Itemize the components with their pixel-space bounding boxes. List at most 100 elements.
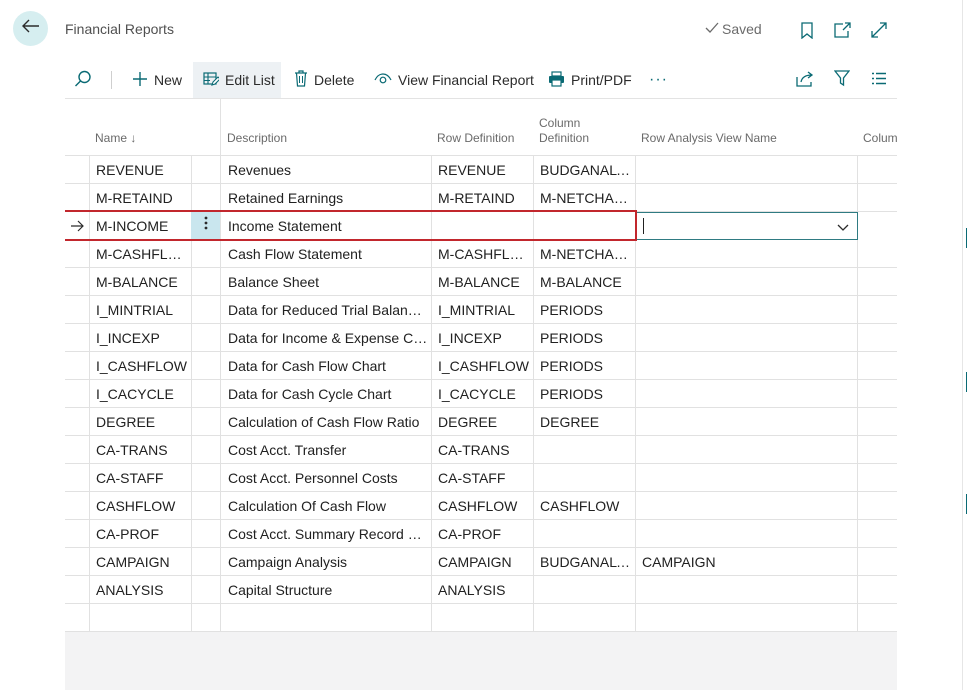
- table-row[interactable]: ANALYSIS Capital Structure ANALYSIS: [65, 575, 897, 604]
- column-header-row-definition[interactable]: Row Definition: [437, 131, 514, 146]
- cell-row-definition[interactable]: ANALYSIS: [438, 576, 532, 604]
- cell-name[interactable]: I_INCEXP: [96, 324, 189, 352]
- cell-row-definition[interactable]: I_CASHFLOW: [438, 352, 532, 380]
- cell-row-definition[interactable]: CA-TRANS: [438, 436, 532, 464]
- table-row[interactable]: I_CACYCLE Data for Cash Cycle Chart I_CACY…: [65, 379, 897, 408]
- cell-row-definition[interactable]: [438, 604, 532, 632]
- cell-name[interactable]: DEGREE: [96, 408, 189, 436]
- cell-description[interactable]: Income Statement: [228, 212, 428, 240]
- cell-name[interactable]: REVENUE: [96, 156, 189, 184]
- table-row[interactable]: I_INCEXP Data for Income & Expense Ch... I…: [65, 323, 897, 352]
- cell-row-definition[interactable]: REVENUE: [438, 156, 532, 184]
- column-header-name[interactable]: Name ↓: [95, 131, 136, 146]
- table-row[interactable]: I_MINTRIAL Data for Reduced Trial Balance…: [65, 295, 897, 324]
- table-row[interactable]: [65, 603, 897, 632]
- cell-column-definition[interactable]: [540, 520, 634, 548]
- cell-row-analysis-view-name[interactable]: CAMPAIGN: [642, 548, 854, 576]
- table-row[interactable]: CA-TRANS Cost Acct. Transfer CA-TRANS: [65, 435, 897, 464]
- cell-row-analysis-view-name[interactable]: [642, 352, 854, 380]
- cell-description[interactable]: Capital Structure: [228, 576, 428, 604]
- table-row[interactable]: DEGREE Calculation of Cash Flow Ratio DEGR…: [65, 407, 897, 436]
- cell-description[interactable]: Calculation of Cash Flow Ratio: [228, 408, 428, 436]
- cell-row-analysis-view-name[interactable]: [642, 464, 854, 492]
- cell-row-analysis-view-name[interactable]: [642, 408, 854, 436]
- cell-name[interactable]: [96, 604, 189, 632]
- cell-description[interactable]: Cost Acct. Transfer: [228, 436, 428, 464]
- cell-column-definition[interactable]: [540, 212, 634, 240]
- expand-icon[interactable]: [869, 20, 889, 40]
- cell-name[interactable]: CA-PROF: [96, 520, 189, 548]
- bookmark-icon[interactable]: [797, 20, 817, 40]
- cell-row-definition[interactable]: CA-STAFF: [438, 464, 532, 492]
- table-row[interactable]: I_CASHFLOW Data for Cash Flow Chart I_CASH…: [65, 351, 897, 380]
- cell-column-definition[interactable]: [540, 436, 634, 464]
- cell-row-definition[interactable]: CASHFLOW: [438, 492, 532, 520]
- cell-row-analysis-view-name[interactable]: [642, 436, 854, 464]
- cell-name[interactable]: I_CASHFLOW: [96, 352, 189, 380]
- delete-button[interactable]: Delete: [294, 62, 354, 98]
- cell-description[interactable]: Data for Cash Cycle Chart: [228, 380, 428, 408]
- cell-row-analysis-view-name[interactable]: [642, 604, 854, 632]
- cell-description[interactable]: Cash Flow Statement: [228, 240, 428, 268]
- cell-column-definition[interactable]: M-NETCHANG: [540, 184, 634, 212]
- cell-column-definition[interactable]: PERIODS: [540, 324, 634, 352]
- cell-description[interactable]: Cost Acct. Personnel Costs: [228, 464, 428, 492]
- cell-name[interactable]: M-INCOME: [96, 212, 189, 240]
- view-financial-report-button[interactable]: View Financial Report: [374, 62, 534, 98]
- cell-row-analysis-view-name[interactable]: [642, 184, 854, 212]
- cell-row-definition[interactable]: I_CACYCLE: [438, 380, 532, 408]
- cell-row-analysis-view-name[interactable]: [642, 156, 854, 184]
- cell-name[interactable]: M-BALANCE: [96, 268, 189, 296]
- cell-description[interactable]: Calculation Of Cash Flow: [228, 492, 428, 520]
- cell-description[interactable]: Balance Sheet: [228, 268, 428, 296]
- new-button[interactable]: New: [132, 62, 182, 98]
- cell-description[interactable]: Data for Income & Expense Ch...: [228, 324, 428, 352]
- cell-name[interactable]: I_CACYCLE: [96, 380, 189, 408]
- filter-button[interactable]: [833, 62, 851, 98]
- table-row[interactable]: M-BALANCE Balance Sheet M-BALANCE M-BALANCE: [65, 267, 897, 296]
- cell-column-definition[interactable]: DEGREE: [540, 408, 634, 436]
- cell-column-definition[interactable]: BUDGANALYS: [540, 548, 634, 576]
- cell-name[interactable]: CAMPAIGN: [96, 548, 189, 576]
- cell-row-definition[interactable]: M-RETAIND: [438, 184, 532, 212]
- open-new-window-icon[interactable]: [832, 20, 852, 40]
- cell-column-definition[interactable]: CASHFLOW: [540, 492, 634, 520]
- cell-row-definition[interactable]: DEGREE: [438, 408, 532, 436]
- table-row[interactable]: M-INCOME Income Statement: [65, 210, 897, 241]
- row-analysis-view-name-dropdown[interactable]: [635, 212, 858, 240]
- cell-description[interactable]: Campaign Analysis: [228, 548, 428, 576]
- cell-name[interactable]: CA-TRANS: [96, 436, 189, 464]
- cell-column-definition[interactable]: PERIODS: [540, 296, 634, 324]
- cell-name[interactable]: ANALYSIS: [96, 576, 189, 604]
- print-pdf-button[interactable]: Print/PDF: [548, 62, 632, 98]
- search-button[interactable]: [74, 62, 92, 98]
- column-header-row-analysis-view-name[interactable]: Row Analysis View Name: [641, 131, 777, 146]
- cell-column-definition[interactable]: [540, 464, 634, 492]
- row-actions-button[interactable]: [191, 212, 220, 239]
- cell-row-definition[interactable]: CAMPAIGN: [438, 548, 532, 576]
- column-header-column-definition[interactable]: Column Definition: [539, 116, 589, 146]
- column-header-description[interactable]: Description: [227, 131, 287, 146]
- table-row[interactable]: CASHFLOW Calculation Of Cash Flow CASHFLOW…: [65, 491, 897, 520]
- table-row[interactable]: CA-STAFF Cost Acct. Personnel Costs CA-STA…: [65, 463, 897, 492]
- cell-row-definition[interactable]: CA-PROF: [438, 520, 532, 548]
- table-row[interactable]: CAMPAIGN Campaign Analysis CAMPAIGN BUDGANA…: [65, 547, 897, 576]
- cell-row-analysis-view-name[interactable]: [642, 576, 854, 604]
- cell-name[interactable]: CA-STAFF: [96, 464, 189, 492]
- cell-name[interactable]: I_MINTRIAL: [96, 296, 189, 324]
- table-row[interactable]: REVENUE Revenues REVENUE BUDGANALYS: [65, 155, 897, 184]
- cell-row-definition[interactable]: I_MINTRIAL: [438, 296, 532, 324]
- cell-row-definition[interactable]: M-CASHFLOW: [438, 240, 532, 268]
- table-row[interactable]: CA-PROF Cost Acct. Summary Record D... CA-…: [65, 519, 897, 548]
- cell-description[interactable]: Data for Cash Flow Chart: [228, 352, 428, 380]
- cell-description[interactable]: Revenues: [228, 156, 428, 184]
- list-view-button[interactable]: [871, 62, 887, 98]
- cell-column-definition[interactable]: M-BALANCE: [540, 268, 634, 296]
- cell-column-definition[interactable]: PERIODS: [540, 380, 634, 408]
- cell-row-analysis-view-name[interactable]: [642, 492, 854, 520]
- share-button[interactable]: [796, 62, 814, 98]
- cell-row-analysis-view-name[interactable]: [642, 380, 854, 408]
- cell-column-definition[interactable]: PERIODS: [540, 352, 634, 380]
- cell-row-analysis-view-name[interactable]: [642, 324, 854, 352]
- table-row[interactable]: M-RETAIND Retained Earnings M-RETAIND M-NET…: [65, 183, 897, 212]
